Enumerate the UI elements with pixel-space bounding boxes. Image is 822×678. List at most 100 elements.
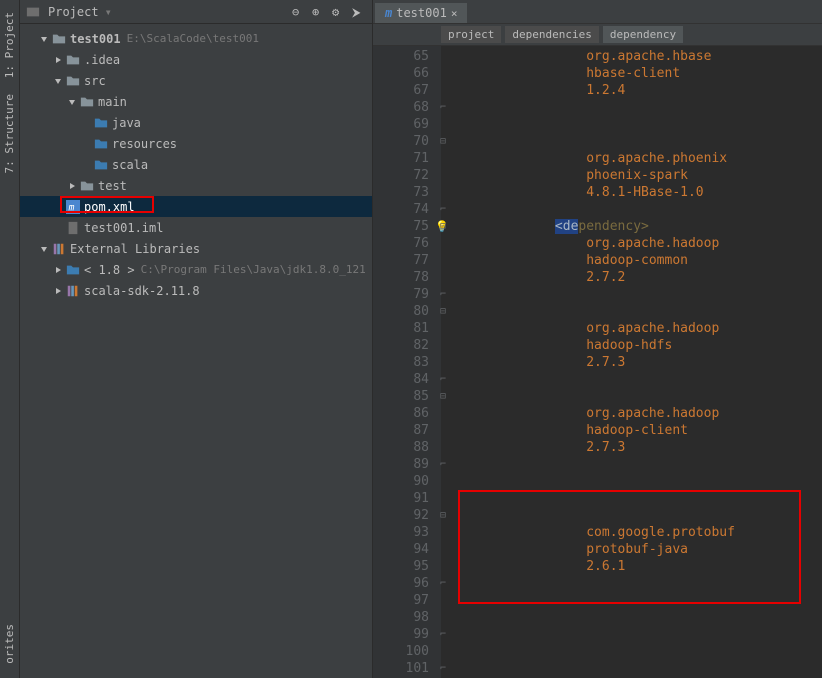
maven-icon: m: [385, 6, 392, 20]
line-number: 99: [413, 626, 429, 643]
highlight-box: [60, 196, 154, 213]
target-icon[interactable]: ⊕: [312, 5, 326, 19]
node-label: resources: [112, 137, 177, 151]
node-label: < 1.8 >: [84, 263, 135, 277]
line-number: 72: [413, 167, 429, 184]
line-number: 80: [413, 303, 429, 320]
tree-item-src[interactable]: src: [20, 70, 372, 91]
line-number: 84: [413, 371, 429, 388]
tree-item-iml[interactable]: test001.iml: [20, 217, 372, 238]
line-number: 69: [413, 116, 429, 133]
collapse-icon[interactable]: ⊖: [292, 5, 306, 19]
line-number: 73: [413, 184, 429, 201]
line-number: 71: [413, 150, 429, 167]
node-label: test001.iml: [84, 221, 163, 235]
node-label: src: [84, 74, 106, 88]
fold-minus-icon[interactable]: ⊟: [440, 303, 446, 320]
chevron-right-icon[interactable]: [52, 264, 64, 276]
fold-end-icon: ⌐: [440, 660, 446, 677]
chevron-down-icon[interactable]: [38, 33, 50, 45]
line-number: 65: [413, 48, 429, 65]
spacer: [80, 138, 92, 150]
gear-icon[interactable]: ⚙: [332, 5, 346, 19]
crumb-project[interactable]: project: [441, 26, 501, 43]
chevron-down-icon[interactable]: [66, 96, 78, 108]
line-number: 68: [413, 99, 429, 116]
folder-icon: [66, 53, 80, 67]
chevron-down-icon[interactable]: [52, 75, 64, 87]
fold-minus-icon[interactable]: ⊟: [440, 218, 446, 235]
chevron-right-icon[interactable]: [52, 285, 64, 297]
tree-root[interactable]: test001 E:\ScalaCode\test001: [20, 28, 372, 49]
chevron-right-icon[interactable]: [66, 180, 78, 192]
spacer: [52, 222, 64, 234]
folder-icon: [66, 74, 80, 88]
fold-end-icon: ⌐: [440, 626, 446, 643]
editor-area: m test001 × project dependencies depende…: [373, 0, 822, 678]
folder-icon: [80, 95, 94, 109]
line-number: 101: [406, 660, 429, 677]
fold-minus-icon[interactable]: ⊟: [440, 507, 446, 524]
tree-item-jdk[interactable]: < 1.8 > C:\Program Files\Java\jdk1.8.0_1…: [20, 259, 372, 280]
tree-item-idea[interactable]: .idea: [20, 49, 372, 70]
line-number: 93: [413, 524, 429, 541]
tab-favorites[interactable]: orites: [1, 616, 18, 672]
library-icon: [66, 284, 80, 298]
tree-item-scala-sdk[interactable]: scala-sdk-2.11.8: [20, 280, 372, 301]
code-editor[interactable]: 65666768⌐6970⊟71727374⌐75💡⊟76777879⌐80⊟8…: [373, 46, 822, 678]
project-icon: [26, 5, 40, 19]
chevron-right-icon[interactable]: [52, 54, 64, 66]
fold-end-icon: ⌐: [440, 286, 446, 303]
line-number: 85: [413, 388, 429, 405]
fold-minus-icon[interactable]: ⊟: [440, 133, 446, 150]
fold-end-icon: ⌐: [440, 99, 446, 116]
node-path: E:\ScalaCode\test001: [127, 32, 259, 45]
folder-icon: [52, 32, 66, 46]
line-number: 89: [413, 456, 429, 473]
tree-item-resources[interactable]: resources: [20, 133, 372, 154]
tree-item-libs[interactable]: External Libraries: [20, 238, 372, 259]
tab-project[interactable]: 1: Project: [1, 4, 18, 86]
node-label: External Libraries: [70, 242, 200, 256]
node-label: scala-sdk-2.11.8: [84, 284, 200, 298]
tab-structure[interactable]: 7: Structure: [1, 86, 18, 181]
file-icon: [66, 221, 80, 235]
chevron-down-icon[interactable]: ▾: [105, 5, 112, 19]
breadcrumb: project dependencies dependency: [373, 24, 822, 46]
line-number: 91: [413, 490, 429, 507]
crumb-dependency[interactable]: dependency: [603, 26, 683, 43]
node-label: .idea: [84, 53, 120, 67]
node-path: C:\Program Files\Java\jdk1.8.0_121: [141, 263, 366, 276]
resources-folder-icon: [94, 137, 108, 151]
tree-item-java[interactable]: java: [20, 112, 372, 133]
line-number: 66: [413, 65, 429, 82]
chevron-down-icon[interactable]: [38, 243, 50, 255]
node-label: java: [112, 116, 141, 130]
code-content[interactable]: org.apache.hbase hbase-client 1.2.4 org.…: [441, 46, 822, 678]
tree-item-scala[interactable]: scala: [20, 154, 372, 175]
jdk-icon: [66, 263, 80, 277]
editor-tab[interactable]: m test001 ×: [375, 3, 467, 23]
node-label: test001: [70, 32, 121, 46]
fold-end-icon: ⌐: [440, 456, 446, 473]
tree-item-test[interactable]: test: [20, 175, 372, 196]
hide-icon[interactable]: ⮞: [352, 5, 366, 19]
line-number: 78: [413, 269, 429, 286]
line-number: 83: [413, 354, 429, 371]
project-panel-header: Project ▾ ⊖ ⊕ ⚙ ⮞: [20, 0, 372, 24]
node-label: main: [98, 95, 127, 109]
left-tool-tabs: 1: Project 7: Structure orites: [0, 0, 20, 678]
tree-item-pom[interactable]: m pom.xml: [20, 196, 372, 217]
crumb-dependencies[interactable]: dependencies: [505, 26, 598, 43]
line-number: 79: [413, 286, 429, 303]
panel-title: Project: [48, 5, 99, 19]
project-tree[interactable]: test001 E:\ScalaCode\test001 .idea src m…: [20, 24, 372, 678]
project-panel: Project ▾ ⊖ ⊕ ⚙ ⮞ test001 E:\ScalaCode\t…: [20, 0, 373, 678]
fold-minus-icon[interactable]: ⊟: [440, 388, 446, 405]
tree-item-main[interactable]: main: [20, 91, 372, 112]
node-label: test: [98, 179, 127, 193]
gutter: 65666768⌐6970⊟71727374⌐75💡⊟76777879⌐80⊟8…: [373, 46, 441, 678]
close-icon[interactable]: ×: [451, 7, 458, 20]
tab-label: test001: [396, 6, 447, 20]
source-folder-icon: [94, 116, 108, 130]
